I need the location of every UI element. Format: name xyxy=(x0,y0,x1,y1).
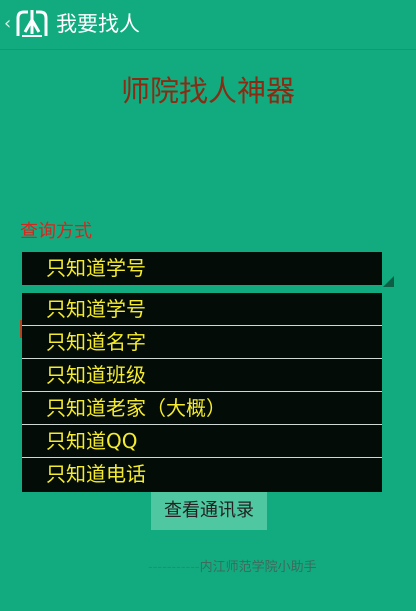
dropdown-option-phone[interactable]: 只知道电话 xyxy=(22,458,382,492)
query-method-dropdown: 只知道学号 只知道名字 只知道班级 只知道老家（大概） 只知道QQ 只知道电话 xyxy=(22,293,382,492)
footer-text: 内江师范学院小助手 xyxy=(199,560,317,575)
footer-credit: -----------内江师范学院小助手 xyxy=(148,558,317,578)
query-method-label: 查询方式 xyxy=(20,221,92,242)
dropdown-option-name[interactable]: 只知道名字 xyxy=(22,326,382,359)
action-bar: ‹ 我要找人 xyxy=(0,0,416,50)
dropdown-option-hometown[interactable]: 只知道老家（大概） xyxy=(22,392,382,425)
nei-logo-icon[interactable] xyxy=(14,8,50,40)
dropdown-option-qq[interactable]: 只知道QQ xyxy=(22,425,382,458)
query-method-spinner[interactable]: 只知道学号 xyxy=(22,252,382,285)
actionbar-title: 我要找人 xyxy=(56,12,140,36)
back-chevron-icon[interactable]: ‹ xyxy=(4,12,11,36)
dropdown-option-student-id[interactable]: 只知道学号 xyxy=(22,293,382,326)
dropdown-option-class[interactable]: 只知道班级 xyxy=(22,359,382,392)
page-heading: 师院找人神器 xyxy=(120,74,295,108)
view-contacts-button[interactable]: 查看通讯录 xyxy=(151,492,267,530)
footer-dashes: ----------- xyxy=(148,560,200,575)
spinner-dropdown-indicator-icon[interactable] xyxy=(383,276,394,287)
